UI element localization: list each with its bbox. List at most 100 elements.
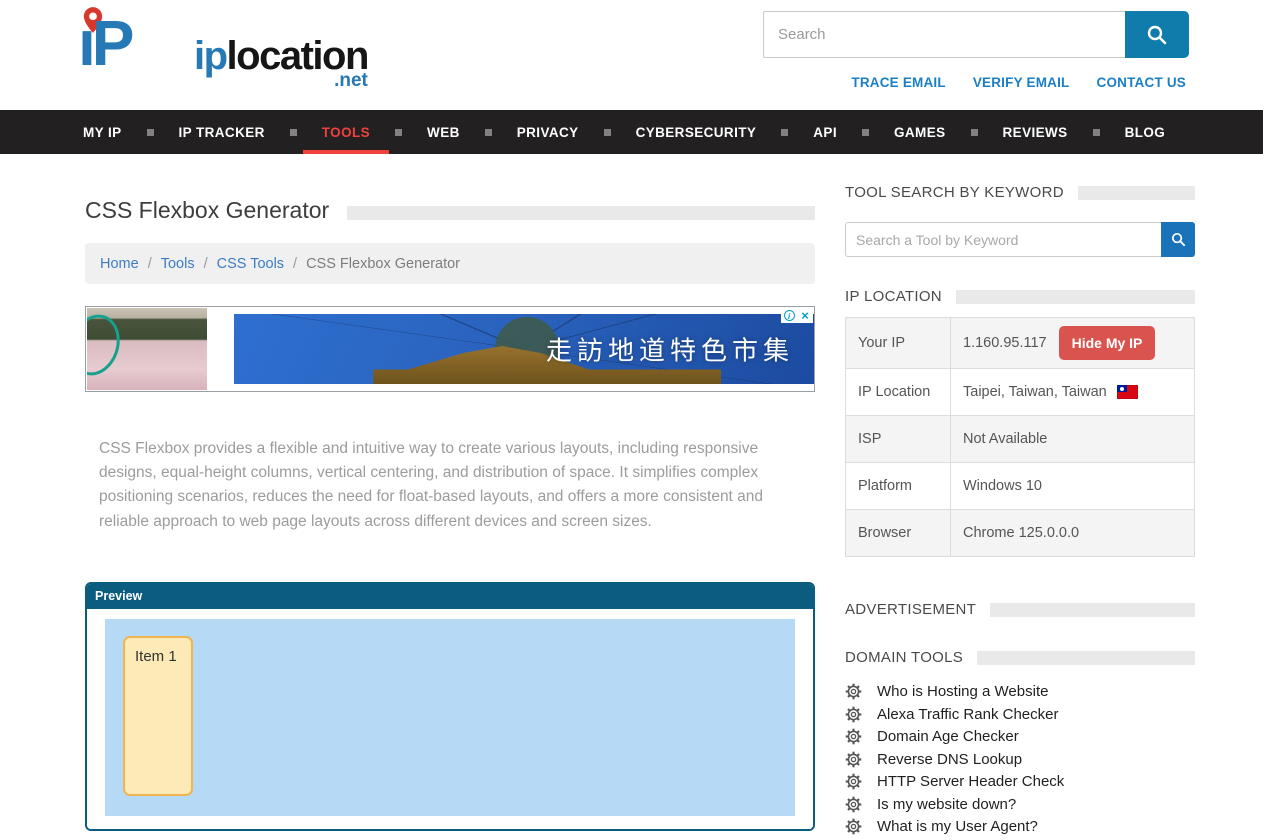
ip-location-heading: IP LOCATION [845, 288, 942, 305]
nav-item-tools[interactable]: TOOLS [303, 110, 389, 154]
logo-text-net: .net [334, 70, 368, 92]
gear-icon [845, 773, 862, 790]
site-header: ıP iplocation .net TRACE EMAIL VERIFY EM… [0, 0, 1263, 110]
row-label: IP Location [846, 369, 951, 416]
search-icon [1145, 23, 1169, 47]
nav-item-reviews[interactable]: REVIEWS [984, 110, 1087, 154]
your-ip-value: 1.160.95.117 [963, 335, 1047, 351]
breadcrumb-home[interactable]: Home [100, 256, 139, 272]
ad-info-icon[interactable]: i [781, 308, 797, 323]
ad-banner[interactable]: 走訪地道特色市集 i × [85, 306, 815, 392]
nav-separator [290, 129, 297, 136]
heading-bar [990, 603, 1195, 617]
ad-close-icon[interactable]: × [797, 308, 813, 323]
breadcrumb-tools[interactable]: Tools [161, 256, 195, 272]
tool-search-input[interactable] [845, 222, 1161, 257]
nav-item-my-ip[interactable]: MY IP [64, 110, 141, 154]
logo-text-ip: ip [194, 34, 227, 78]
nav-item-cybersecurity[interactable]: CYBERSECURITY [617, 110, 776, 154]
content-column: CSS Flexbox Generator Home / Tools / CSS… [85, 184, 815, 840]
main-nav: MY IP IP TRACKER TOOLS WEB PRIVACY CYBER… [0, 110, 1263, 154]
gear-icon [845, 683, 862, 700]
nav-item-games[interactable]: GAMES [875, 110, 965, 154]
breadcrumb-current: CSS Flexbox Generator [306, 256, 460, 272]
preview-panel: Preview Item 1 [85, 582, 815, 831]
nav-separator [485, 129, 492, 136]
breadcrumb-separator: / [204, 256, 208, 272]
hide-my-ip-button[interactable]: Hide My IP [1059, 326, 1156, 360]
nav-item-web[interactable]: WEB [408, 110, 479, 154]
domain-tool-user-agent[interactable]: What is my User Agent? [845, 818, 1195, 835]
verify-email-link[interactable]: VERIFY EMAIL [973, 75, 1070, 90]
ad-image-left [87, 308, 207, 390]
nav-item-ip-tracker[interactable]: IP TRACKER [160, 110, 284, 154]
nav-separator [604, 129, 611, 136]
breadcrumb: Home / Tools / CSS Tools / CSS Flexbox G… [85, 243, 815, 284]
domain-tool-reverse-dns[interactable]: Reverse DNS Lookup [845, 751, 1195, 768]
domain-tool-website-down[interactable]: Is my website down? [845, 796, 1195, 813]
header-search [763, 11, 1189, 58]
row-label: Platform [846, 463, 951, 510]
logo-monogram: ıP [76, 4, 194, 90]
browser-value: Chrome 125.0.0.0 [951, 510, 1195, 557]
nav-separator [395, 129, 402, 136]
domain-tool-http-header[interactable]: HTTP Server Header Check [845, 773, 1195, 790]
domain-tool-domain-age[interactable]: Domain Age Checker [845, 728, 1195, 745]
logo-monogram-text: ıP [78, 6, 130, 80]
row-label: Your IP [846, 318, 951, 369]
ip-location-value: Taipei, Taiwan, Taiwan [963, 384, 1107, 400]
table-row: Your IP 1.160.95.117 Hide My IP [846, 318, 1195, 369]
nav-separator [781, 129, 788, 136]
table-row: IP Location Taipei, Taiwan, Taiwan [846, 369, 1195, 416]
contact-us-link[interactable]: CONTACT US [1097, 75, 1187, 90]
domain-tool-alexa-rank[interactable]: Alexa Traffic Rank Checker [845, 706, 1195, 723]
ad-scribble-decoration [87, 308, 127, 382]
gear-icon [845, 796, 862, 813]
heading-bar [956, 290, 1195, 304]
main-area: CSS Flexbox Generator Home / Tools / CSS… [0, 154, 1263, 840]
tool-search [845, 222, 1195, 257]
nav-separator [971, 129, 978, 136]
table-row: Platform Windows 10 [846, 463, 1195, 510]
nav-separator [862, 129, 869, 136]
tool-search-button[interactable] [1161, 222, 1195, 257]
logo-text: iplocation .net [194, 4, 368, 90]
header-search-input[interactable] [763, 11, 1125, 58]
domain-tool-hosting[interactable]: Who is Hosting a Website [845, 683, 1195, 700]
gear-icon [845, 818, 862, 835]
isp-value: Not Available [951, 416, 1195, 463]
header-quick-links: TRACE EMAIL VERIFY EMAIL CONTACT US [851, 75, 1186, 90]
breadcrumb-separator: / [148, 256, 152, 272]
tool-search-heading: TOOL SEARCH BY KEYWORD [845, 184, 1064, 201]
tool-search-heading-row: TOOL SEARCH BY KEYWORD [845, 184, 1195, 201]
nav-separator [1093, 129, 1100, 136]
table-row: Browser Chrome 125.0.0.0 [846, 510, 1195, 557]
table-row: ISP Not Available [846, 416, 1195, 463]
ad-image-right: 走訪地道特色市集 [234, 314, 814, 384]
preview-panel-body: Item 1 [87, 609, 813, 829]
platform-value: Windows 10 [951, 463, 1195, 510]
advertisement-heading-row: ADVERTISEMENT [845, 601, 1195, 618]
search-icon [1170, 231, 1187, 248]
breadcrumb-css-tools[interactable]: CSS Tools [217, 256, 284, 272]
page-title: CSS Flexbox Generator [85, 197, 329, 224]
nav-separator [147, 129, 154, 136]
header-search-button[interactable] [1125, 11, 1189, 58]
nav-item-api[interactable]: API [794, 110, 856, 154]
domain-tools-heading: DOMAIN TOOLS [845, 649, 963, 666]
sidebar: TOOL SEARCH BY KEYWORD IP LOCATION Your … [845, 184, 1195, 840]
flex-preview-item: Item 1 [123, 636, 193, 796]
tool-description: CSS Flexbox provides a flexible and intu… [99, 437, 795, 534]
ip-location-heading-row: IP LOCATION [845, 288, 1195, 305]
domain-tools-heading-row: DOMAIN TOOLS [845, 649, 1195, 666]
gear-icon [845, 751, 862, 768]
ad-controls: i × [781, 308, 813, 323]
nav-item-privacy[interactable]: PRIVACY [498, 110, 598, 154]
taiwan-flag-icon [1117, 385, 1138, 399]
trace-email-link[interactable]: TRACE EMAIL [851, 75, 945, 90]
preview-panel-header: Preview [87, 584, 813, 609]
gear-icon [845, 706, 862, 723]
site-logo[interactable]: ıP iplocation .net [76, 4, 368, 90]
title-decoration-bar [347, 206, 815, 220]
nav-item-blog[interactable]: BLOG [1106, 110, 1185, 154]
